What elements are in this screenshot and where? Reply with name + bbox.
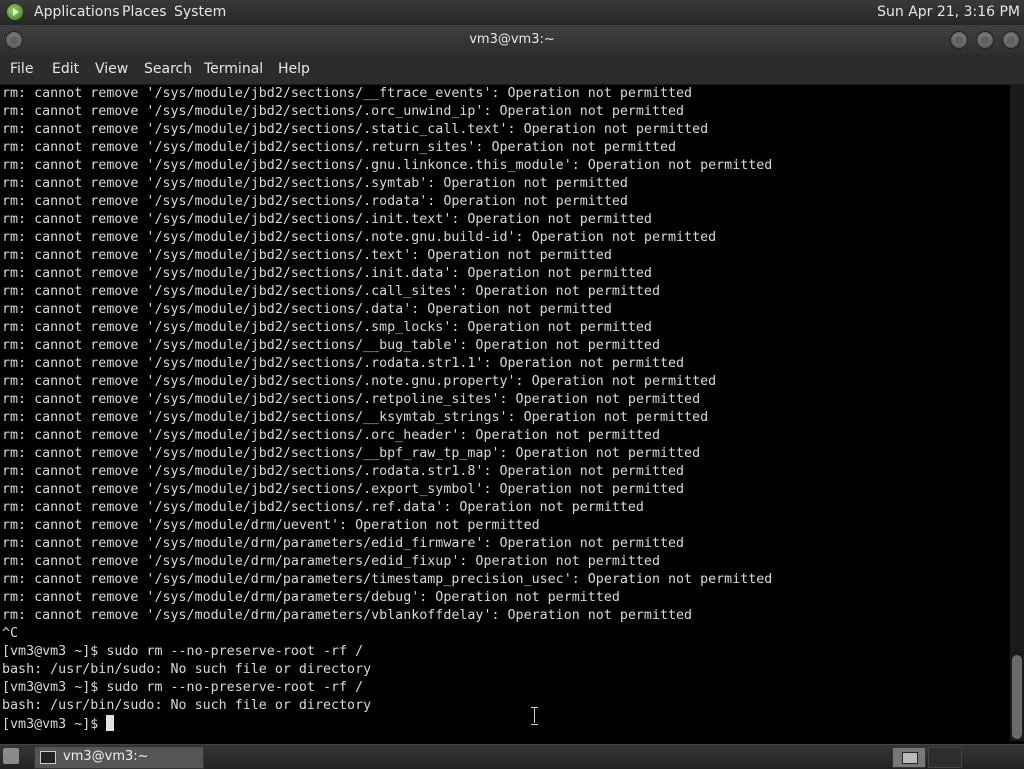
shell-prompt: [vm3@vm3 ~]$ [2,717,99,732]
terminal-line: rm: cannot remove '/sys/module/jbd2/sect… [2,356,685,371]
terminal-line: rm: cannot remove '/sys/module/jbd2/sect… [2,266,652,281]
terminal-line: rm: cannot remove '/sys/module/jbd2/sect… [2,230,717,245]
maximize-icon[interactable] [976,31,994,49]
terminal-prompt-line[interactable]: [vm3@vm3 ~]$ [2,715,115,734]
applications-logo-icon[interactable] [7,4,23,20]
places-menu[interactable]: Places [122,4,167,20]
window-title: vm3@vm3:~ [469,32,555,47]
terminal-line: rm: cannot remove '/sys/module/drm/param… [2,590,620,605]
terminal-icon [40,751,56,764]
terminal-line: rm: cannot remove '/sys/module/jbd2/sect… [2,176,628,191]
terminal-line: [vm3@vm3 ~]$ sudo rm --no-preserve-root … [2,680,364,695]
terminal-line: rm: cannot remove '/sys/module/jbd2/sect… [2,284,660,299]
terminal-line: rm: cannot remove '/sys/module/jbd2/sect… [2,212,652,227]
terminal-line: [vm3@vm3 ~]$ sudo rm --no-preserve-root … [2,644,364,659]
terminal-line: rm: cannot remove '/sys/module/jbd2/sect… [2,140,677,155]
terminal-line: rm: cannot remove '/sys/module/drm/param… [2,536,685,551]
workspace-window-icon [902,752,918,764]
taskbar-label: vm3@vm3:~ [63,749,149,764]
terminal-line: rm: cannot remove '/sys/module/jbd2/sect… [2,158,773,173]
workspace-2-button[interactable] [928,747,962,768]
terminal-line: rm: cannot remove '/sys/module/jbd2/sect… [2,446,701,461]
menu-edit[interactable]: Edit [52,61,79,77]
terminal-line: rm: cannot remove '/sys/module/drm/ueven… [2,518,540,533]
taskbar-terminal-button[interactable]: vm3@vm3:~ [34,746,204,769]
terminal-line: rm: cannot remove '/sys/module/jbd2/sect… [2,320,652,335]
terminal-line: rm: cannot remove '/sys/module/jbd2/sect… [2,338,660,353]
terminal-line: rm: cannot remove '/sys/module/drm/param… [2,554,660,569]
terminal-line: rm: cannot remove '/sys/module/jbd2/sect… [2,86,693,101]
terminal-line: rm: cannot remove '/sys/module/drm/param… [2,608,693,623]
terminal-line: rm: cannot remove '/sys/module/jbd2/sect… [2,248,612,263]
terminal-output[interactable]: rm: cannot remove '/sys/module/jbd2/sect… [0,85,1010,741]
terminal-line: rm: cannot remove '/sys/module/jbd2/sect… [2,464,685,479]
menu-file[interactable]: File [10,61,33,77]
applications-menu[interactable]: Applications [34,4,120,20]
system-menu[interactable]: System [174,4,226,20]
terminal-line: rm: cannot remove '/sys/module/jbd2/sect… [2,104,685,119]
terminal-line: rm: cannot remove '/sys/module/jbd2/sect… [2,392,701,407]
terminal-line: bash: /usr/bin/sudo: No such file or dir… [2,662,372,677]
terminal-line: rm: cannot remove '/sys/module/jbd2/sect… [2,194,628,209]
terminal-line: rm: cannot remove '/sys/module/jbd2/sect… [2,374,717,389]
close-icon[interactable] [1002,31,1020,49]
minimize-icon[interactable] [950,31,968,49]
workspace-1-button[interactable] [892,747,926,768]
terminal-line: rm: cannot remove '/sys/module/jbd2/sect… [2,410,709,425]
terminal-lines: rm: cannot remove '/sys/module/jbd2/sect… [2,85,772,715]
terminal-line: rm: cannot remove '/sys/module/jbd2/sect… [2,122,709,137]
menu-help[interactable]: Help [278,61,310,77]
menubar: File Edit View Search Terminal Help [0,54,1024,85]
clock[interactable]: Sun Apr 21, 3:16 PM [877,4,1020,20]
terminal-line: rm: cannot remove '/sys/module/drm/param… [2,572,773,587]
terminal-line: rm: cannot remove '/sys/module/jbd2/sect… [2,500,644,515]
window-titlebar[interactable]: vm3@vm3:~ [0,25,1024,54]
terminal-line: ^C [2,626,19,641]
terminal-line: bash: /usr/bin/sudo: No such file or dir… [2,698,372,713]
terminal-scrollbar[interactable] [1010,85,1024,741]
top-panel: Applications Places System Sun Apr 21, 3… [0,0,1024,25]
ibeam-cursor-icon [530,705,540,725]
text-cursor [106,715,115,731]
scrollbar-thumb[interactable] [1012,655,1022,739]
bottom-panel: vm3@vm3:~ [0,744,1024,769]
menu-terminal[interactable]: Terminal [204,61,263,77]
menu-search[interactable]: Search [144,61,192,77]
show-desktop-icon[interactable] [3,748,19,764]
terminal-line: rm: cannot remove '/sys/module/jbd2/sect… [2,482,685,497]
menu-view[interactable]: View [95,61,128,77]
terminal-line: rm: cannot remove '/sys/module/jbd2/sect… [2,302,612,317]
terminal-line: rm: cannot remove '/sys/module/jbd2/sect… [2,428,660,443]
